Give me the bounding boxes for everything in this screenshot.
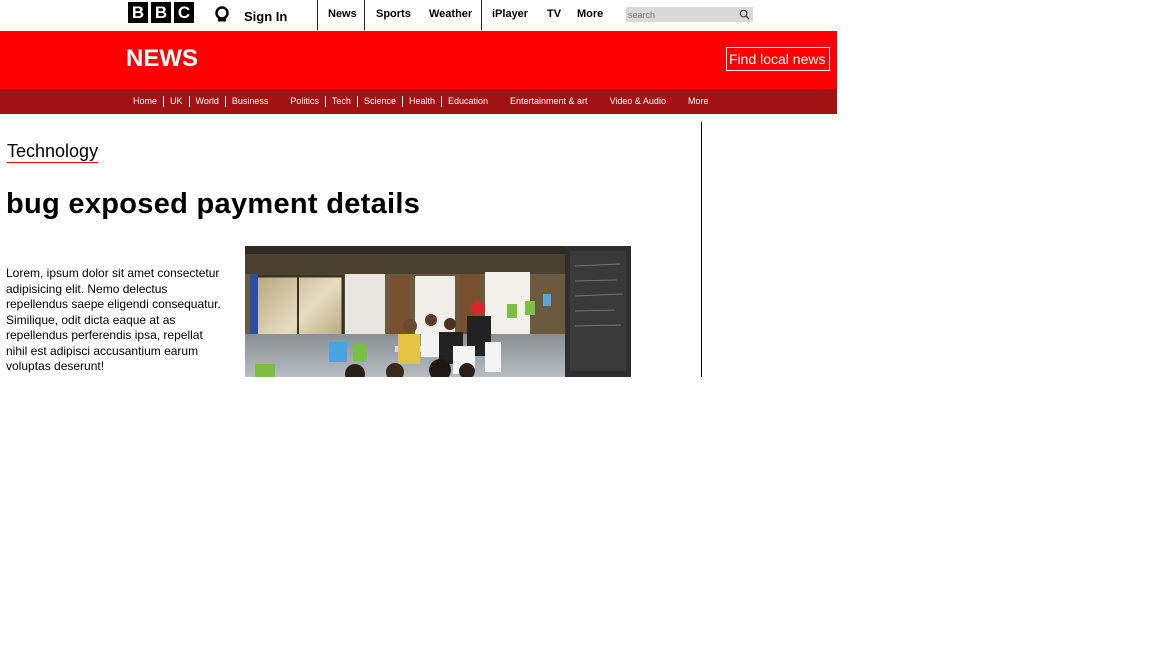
subnav-uk[interactable]: UK	[164, 96, 190, 107]
signin-link[interactable]: Sign In	[244, 9, 287, 24]
section-nav: Home UK World Business Politics Tech Sci…	[0, 89, 837, 114]
search-icon[interactable]	[739, 9, 750, 20]
section-label[interactable]: Technology	[7, 141, 99, 163]
subnav-world[interactable]: World	[190, 96, 226, 107]
logo-letter: B	[151, 2, 171, 23]
cafe-photo	[245, 246, 631, 377]
subnav-science[interactable]: Science	[358, 96, 403, 107]
news-banner: NEWS Find local news	[0, 31, 837, 89]
search-box	[626, 7, 753, 22]
news-title[interactable]: NEWS	[126, 45, 198, 73]
subnav-politics[interactable]: Politics	[284, 96, 326, 107]
user-icon[interactable]	[214, 6, 230, 22]
subnav-entertainment[interactable]: Entertainment & art	[504, 96, 604, 107]
nav-sports[interactable]: Sports	[364, 0, 417, 30]
article-headline: bug exposed payment details	[6, 188, 421, 220]
subnav-home[interactable]: Home	[127, 96, 165, 107]
nav-weather[interactable]: Weather	[417, 0, 481, 30]
subnav-education[interactable]: Education	[442, 96, 504, 107]
nav-more[interactable]: More	[571, 0, 611, 30]
nav-tv[interactable]: TV	[537, 0, 571, 30]
logo-letter: C	[174, 2, 194, 23]
article-image	[245, 246, 631, 377]
bbc-logo[interactable]: B B C	[128, 2, 194, 23]
nav-iplayer[interactable]: iPlayer	[481, 0, 537, 30]
nav-news[interactable]: News	[317, 0, 364, 30]
top-nav: News Sports Weather iPlayer TV More	[317, 0, 611, 30]
find-local-news-button[interactable]: Find local news	[726, 47, 830, 71]
subnav-more[interactable]: More	[682, 96, 715, 107]
column-divider	[701, 122, 702, 377]
search-input[interactable]	[626, 7, 738, 22]
top-bar: B B C Sign In News Sports Weather iPlaye…	[0, 0, 837, 31]
logo-letter: B	[128, 2, 148, 23]
subnav-video-audio[interactable]: Video & Audio	[604, 96, 682, 107]
subnav-tech[interactable]: Tech	[326, 96, 358, 107]
subnav-health[interactable]: Health	[403, 96, 442, 107]
article-body: Lorem, ipsum dolor sit amet consectetur …	[6, 266, 221, 373]
subnav-business[interactable]: Business	[226, 96, 285, 107]
